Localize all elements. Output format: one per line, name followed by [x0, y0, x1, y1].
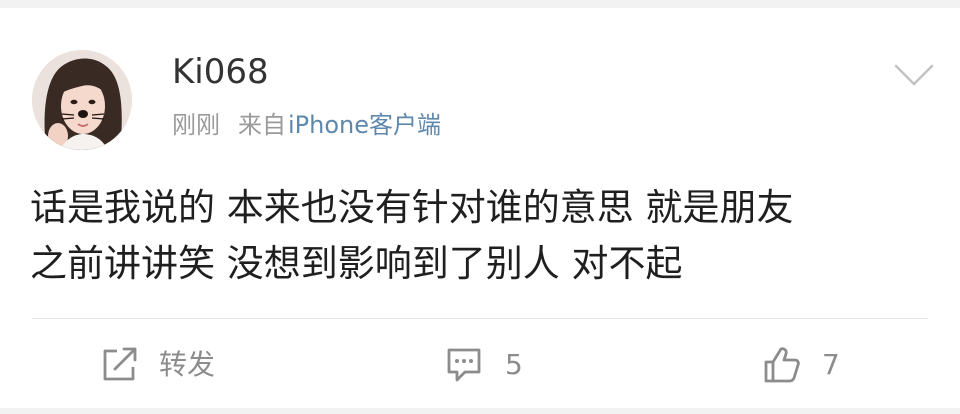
share-box-icon [103, 347, 137, 381]
top-separator [0, 0, 960, 8]
author-name[interactable]: Ki068 [172, 52, 269, 92]
avatar[interactable] [32, 50, 132, 150]
thumbs-up-icon [764, 347, 800, 383]
post-time: 刚刚 [172, 111, 220, 139]
comment-button[interactable]: 5 [445, 343, 523, 387]
repost-label: 转发 [159, 348, 216, 381]
source-prefix: 来自 [238, 111, 286, 139]
post-menu-button[interactable] [893, 62, 935, 88]
chevron-down-icon [894, 64, 934, 86]
bottom-separator [0, 408, 960, 414]
post-text: 话是我说的 本来也没有针对谁的意思 就是朋友 之前讲讲笑 没想到影响到了别人 对… [30, 186, 794, 285]
repost-button[interactable]: 转发 [101, 343, 215, 387]
comment-count: 5 [505, 348, 523, 381]
source-link[interactable]: iPhone客户端 [288, 111, 441, 139]
like-count: 7 [822, 348, 840, 381]
avatar-image [32, 50, 132, 150]
comment-bubble-icon [447, 348, 481, 382]
post-meta: 刚刚 来自iPhone客户端 [172, 109, 441, 141]
like-button[interactable]: 7 [762, 343, 840, 387]
divider [32, 318, 928, 319]
